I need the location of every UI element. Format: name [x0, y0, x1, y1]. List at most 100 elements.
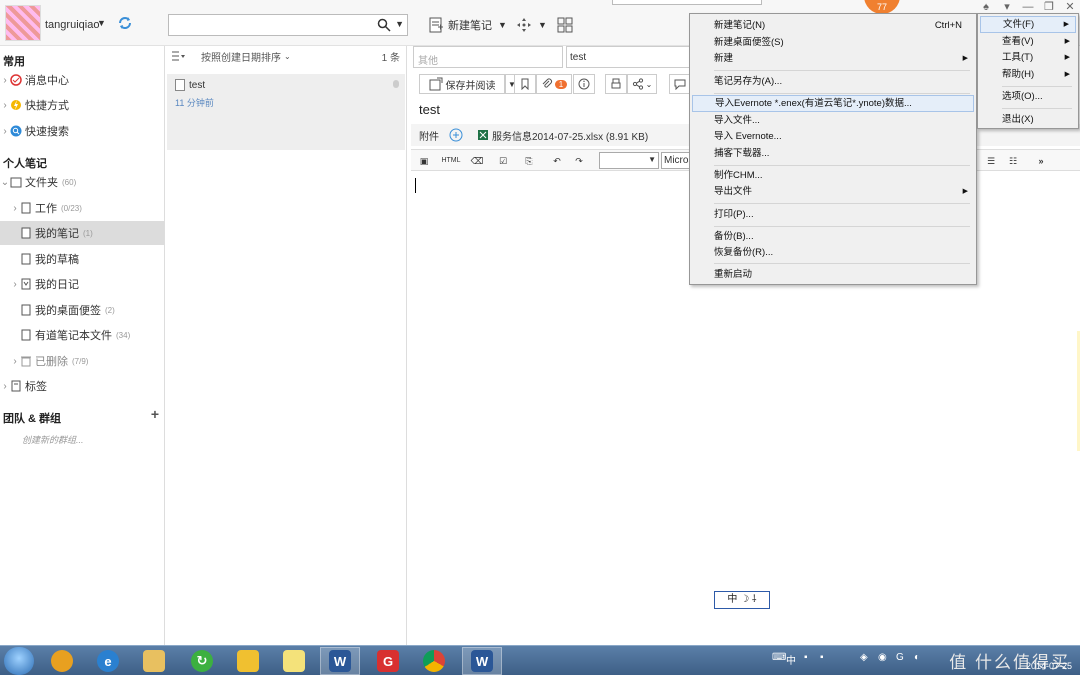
- save-icon[interactable]: ▣: [416, 153, 432, 169]
- sidebar-item-my-notes[interactable]: 我的笔记 (1): [0, 221, 164, 245]
- skin-icon[interactable]: ♠: [977, 0, 995, 14]
- list-item[interactable]: test 11 分钟前: [167, 74, 405, 150]
- menu-item-import-evernote-enex[interactable]: 导入Evernote *.enex(有道云笔记*.ynote)数据...: [692, 95, 974, 112]
- undo-icon[interactable]: ↶: [549, 153, 565, 169]
- chevron-down-icon[interactable]: ▼: [498, 20, 507, 30]
- tray-word-icon[interactable]: ▪: [804, 652, 808, 663]
- menu-item-make-chm[interactable]: 制作CHM...: [692, 167, 974, 184]
- add-group-button[interactable]: +: [151, 406, 159, 422]
- close-icon[interactable]: ✕: [1061, 0, 1079, 14]
- clear-format-icon[interactable]: ⌫: [469, 153, 485, 169]
- chevron-right-icon[interactable]: ›: [10, 356, 20, 367]
- chevron-down-icon[interactable]: ⌄: [0, 177, 10, 188]
- sidebar-item-shortcuts[interactable]: › 快捷方式: [0, 93, 164, 117]
- menu-item-backup[interactable]: 备份(B)...: [692, 228, 974, 245]
- avatar[interactable]: [5, 5, 41, 41]
- html-button[interactable]: HTML: [439, 153, 463, 169]
- search-input[interactable]: ▼: [168, 14, 408, 36]
- bookmark-button[interactable]: [514, 74, 536, 94]
- taskbar-app-notes[interactable]: [274, 647, 314, 675]
- add-attachment-icon[interactable]: [449, 128, 463, 142]
- search-icon[interactable]: [377, 18, 391, 32]
- start-button[interactable]: [4, 647, 34, 675]
- tag-input[interactable]: 其他: [413, 46, 563, 68]
- chevron-right-icon[interactable]: ›: [0, 126, 10, 137]
- chevron-right-icon[interactable]: ›: [0, 381, 10, 392]
- taskbar-app-youdao[interactable]: G: [368, 647, 408, 675]
- minimize-icon[interactable]: —: [1019, 0, 1037, 14]
- clock-date[interactable]: 2014-07-25: [1026, 661, 1072, 671]
- info-button[interactable]: [573, 74, 595, 94]
- username[interactable]: tangruiqiao: [45, 19, 99, 31]
- chevron-down-icon[interactable]: ▼: [97, 18, 106, 28]
- menu-item-view[interactable]: 查看(V) ▶: [980, 33, 1076, 50]
- taskbar-app-green[interactable]: ↻: [182, 647, 222, 675]
- layout-button[interactable]: [557, 14, 577, 36]
- attachment-file[interactable]: 服务信息2014-07-25.xlsx (8.91 KB): [492, 128, 648, 143]
- menu-item-tools[interactable]: 工具(T) ▶: [980, 49, 1076, 66]
- numbered-list-icon[interactable]: ☰: [983, 153, 999, 169]
- sidebar-item-drafts[interactable]: 我的草稿: [0, 247, 164, 271]
- chevron-down-icon[interactable]: ▼: [538, 20, 547, 30]
- chevron-right-icon[interactable]: ›: [10, 279, 20, 290]
- print-button[interactable]: [605, 74, 627, 94]
- bullet-list-icon[interactable]: ☷: [1005, 153, 1021, 169]
- menu-item-import-evernote[interactable]: 导入 Evernote...: [692, 128, 974, 145]
- font-size-select[interactable]: ▼: [599, 152, 659, 169]
- insert-page-icon[interactable]: ⎘: [521, 153, 537, 169]
- sync-icon[interactable]: [117, 15, 133, 31]
- menu-item-file[interactable]: 文件(F) ▶: [980, 16, 1076, 33]
- more-tools-button[interactable]: »: [1033, 153, 1049, 169]
- menu-item-new[interactable]: 新建 ▶: [692, 50, 974, 67]
- sort-icon[interactable]: [171, 50, 185, 62]
- menu-item-downloader[interactable]: 捕客下载器...: [692, 145, 974, 162]
- chevron-down-icon[interactable]: ⌄: [646, 80, 653, 89]
- taskbar-app-paint[interactable]: [228, 647, 268, 675]
- create-group-link[interactable]: 创建新的群组...: [22, 433, 84, 446]
- sidebar-item-messages[interactable]: › 消息中心: [0, 68, 164, 92]
- taskbar-app-chrome[interactable]: [414, 647, 454, 675]
- menu-caret-icon[interactable]: ▾: [998, 0, 1016, 14]
- sidebar-item-folders[interactable]: ⌄ 文件夹 (60): [0, 170, 164, 194]
- sort-label[interactable]: 按照创建日期排序: [201, 49, 281, 64]
- chevron-right-icon[interactable]: ›: [0, 100, 10, 111]
- ime-toolbar[interactable]: 中 ☽ ⸸: [714, 591, 770, 609]
- chevron-right-icon[interactable]: ›: [10, 203, 20, 214]
- checkbox-icon[interactable]: ☑: [495, 153, 511, 169]
- comment-button[interactable]: [669, 74, 691, 94]
- menu-item-restore[interactable]: 恢复备份(R)...: [692, 244, 974, 261]
- sidebar-item-work[interactable]: › 工作 (0/23): [0, 196, 164, 220]
- sidebar-item-desktop-notes[interactable]: 我的桌面便签 (2): [0, 298, 164, 322]
- tray-keyboard-icon[interactable]: ⌨: [772, 652, 786, 663]
- attachment-button[interactable]: 1: [536, 74, 572, 94]
- tray-volume-icon[interactable]: ◐: [914, 652, 920, 663]
- chevron-down-icon[interactable]: ▼: [395, 19, 404, 29]
- taskbar-app-ie[interactable]: e: [88, 647, 128, 675]
- move-button[interactable]: ▼: [516, 14, 547, 36]
- title-input[interactable]: test: [566, 46, 696, 68]
- chevron-down-icon[interactable]: ▼: [648, 155, 656, 164]
- taskbar-app-word[interactable]: W: [320, 647, 360, 675]
- menu-item-new-desktop-note[interactable]: 新建桌面便签(S): [692, 34, 974, 51]
- menu-item-new-note[interactable]: 新建笔记(N) Ctrl+N: [692, 17, 974, 34]
- tray-network-icon[interactable]: ◈: [860, 652, 868, 663]
- notification-badge[interactable]: 77: [864, 0, 900, 14]
- redo-icon[interactable]: ↷: [571, 153, 587, 169]
- taskbar-app-media[interactable]: [42, 647, 82, 675]
- tray-app-icon[interactable]: ◉: [878, 652, 887, 663]
- sidebar-item-tags[interactable]: › 标签: [0, 374, 164, 398]
- tray-language[interactable]: 中: [786, 652, 796, 667]
- menu-item-exit[interactable]: 退出(X): [980, 111, 1076, 128]
- save-read-button[interactable]: 保存并阅读: [419, 74, 505, 94]
- restore-icon[interactable]: ❐: [1040, 0, 1058, 14]
- sidebar-item-youdao-files[interactable]: 有道笔记本文件 (34): [0, 323, 164, 347]
- menu-item-print[interactable]: 打印(P)...: [692, 206, 974, 223]
- chevron-down-icon[interactable]: ⌄: [284, 52, 291, 61]
- menu-item-import-file[interactable]: 导入文件...: [692, 112, 974, 129]
- tray-app-icon[interactable]: ▪: [820, 652, 824, 663]
- sidebar-item-diary[interactable]: › 我的日记: [0, 272, 164, 296]
- menu-item-save-as[interactable]: 笔记另存为(A)...: [692, 73, 974, 90]
- new-note-button[interactable]: 新建笔记 ▼: [428, 14, 507, 36]
- chevron-right-icon[interactable]: ›: [0, 75, 10, 86]
- menu-item-help[interactable]: 帮助(H) ▶: [980, 66, 1076, 83]
